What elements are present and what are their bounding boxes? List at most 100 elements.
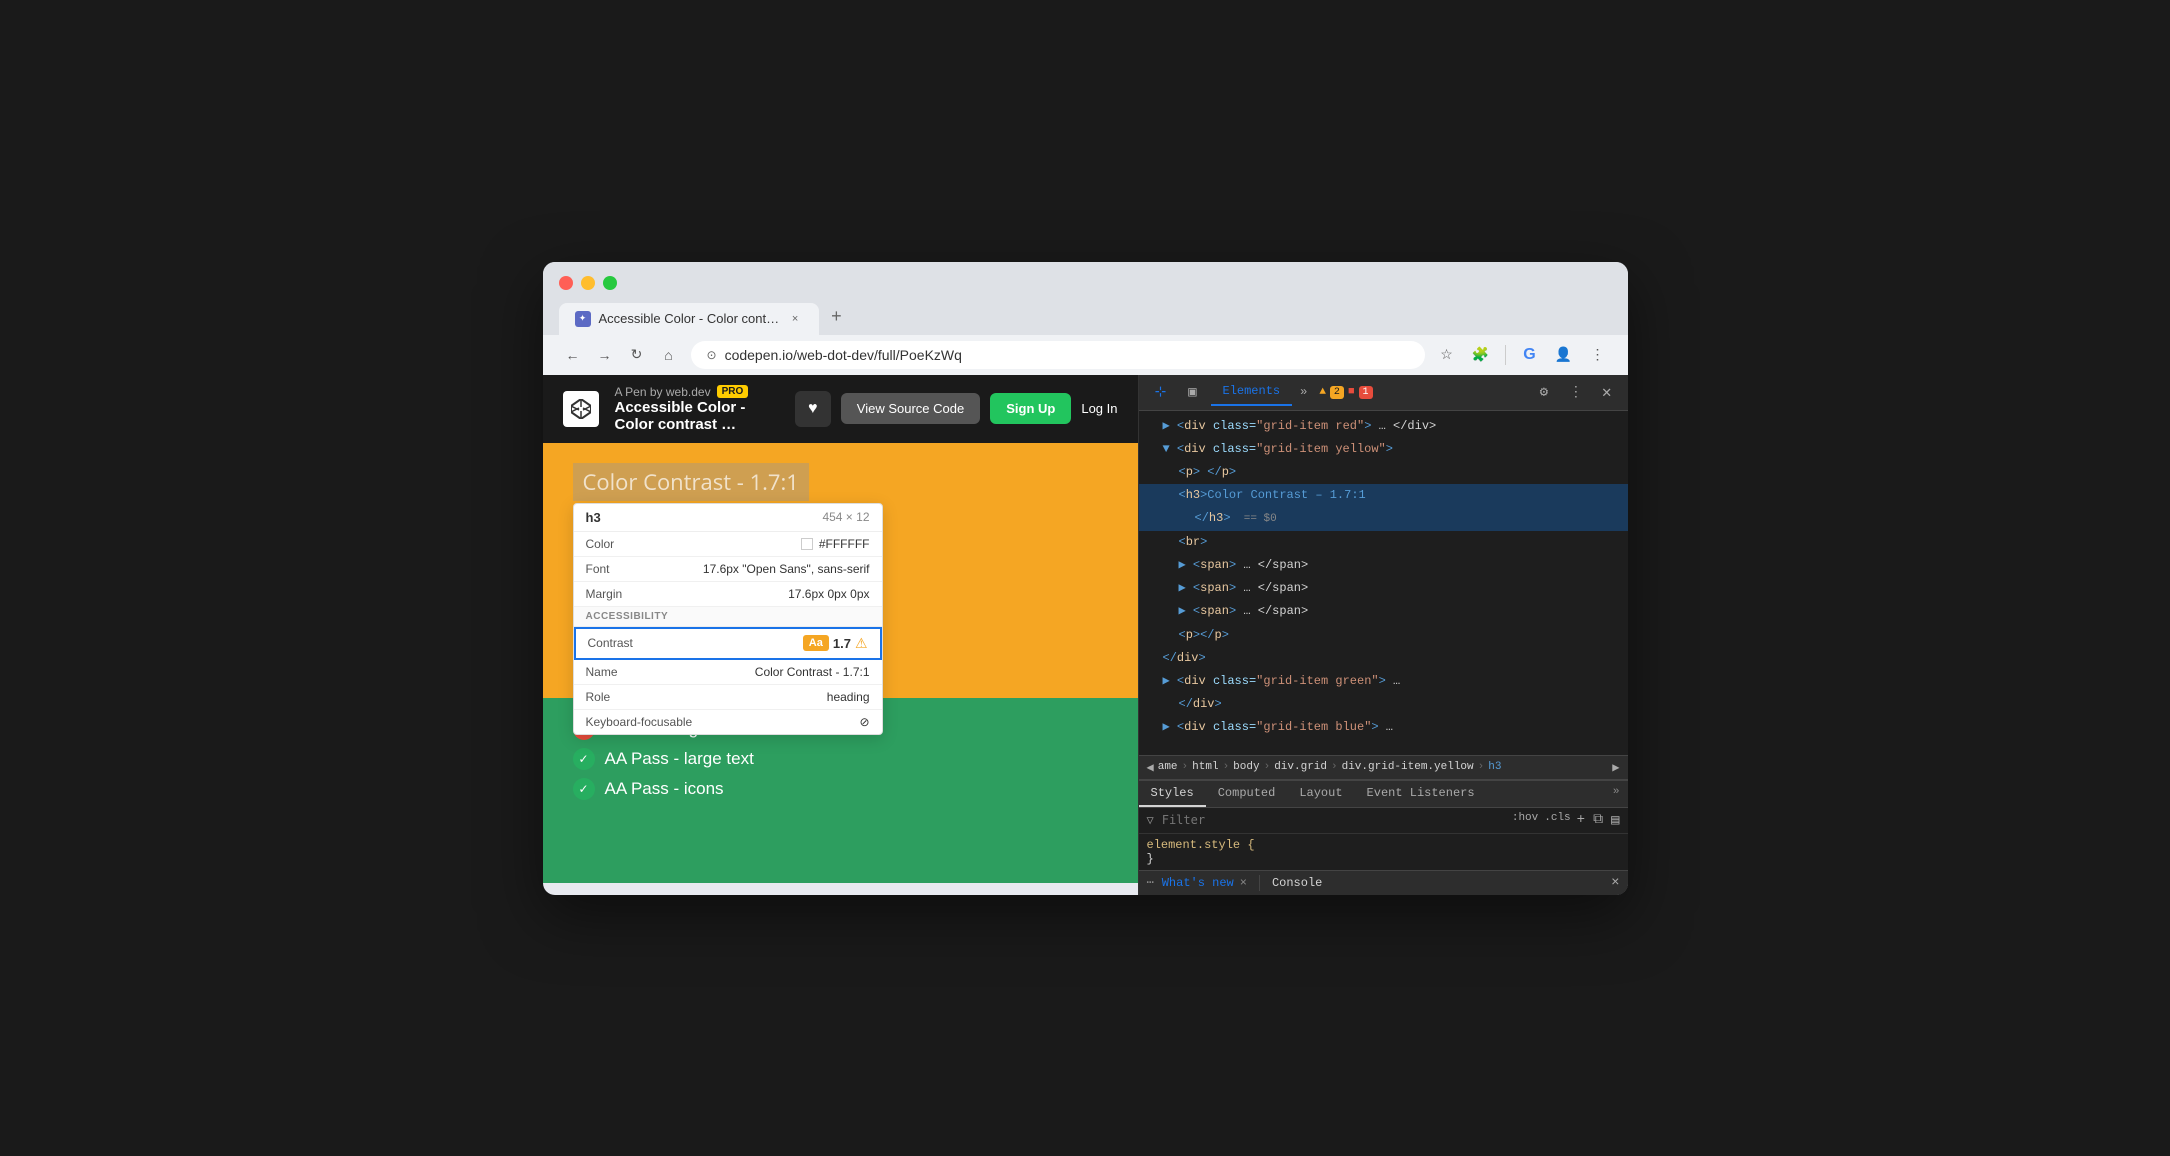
breadcrumb-h3[interactable]: h3 — [1488, 761, 1501, 773]
html-line[interactable]: ▶ <div class="grid-item blue"> … — [1139, 716, 1628, 739]
accessibility-header: ACCESSIBILITY — [574, 607, 882, 627]
console-button[interactable]: Console — [1272, 876, 1322, 890]
back-button[interactable]: ← — [559, 341, 587, 369]
divider — [1505, 345, 1506, 365]
chrome-top: ✦ Accessible Color - Color cont… × + — [543, 262, 1628, 335]
home-button[interactable]: ⌂ — [655, 341, 683, 369]
tabs-more-button[interactable]: » — [1292, 379, 1315, 405]
view-source-button[interactable]: View Source Code — [841, 393, 980, 424]
breadcrumb-divgriditem[interactable]: div.grid-item.yellow — [1342, 761, 1474, 773]
contrast-number: 1.7 — [833, 636, 851, 651]
sidebar-styles-button[interactable]: ▤ — [1611, 812, 1619, 829]
tab-favicon: ✦ — [575, 311, 591, 327]
device-toolbar-button[interactable]: ▣ — [1179, 378, 1207, 406]
console-label: Console — [1272, 876, 1322, 890]
keyboard-label: Keyboard-focusable — [586, 715, 693, 729]
html-line[interactable]: ▶ <div class="grid-item red"> … </div> — [1139, 415, 1628, 438]
margin-label: Margin — [586, 587, 623, 601]
html-line[interactable]: <p> </p> — [1139, 461, 1628, 484]
cp-actions: ♥ View Source Code Sign Up Log In — [795, 391, 1118, 427]
login-button[interactable]: Log In — [1081, 401, 1117, 416]
codepen-header: A Pen by web.dev PRO Accessible Color - … — [543, 375, 1138, 443]
hover-pseudo-button[interactable]: :hov — [1512, 812, 1538, 828]
tab-styles[interactable]: Styles — [1139, 781, 1206, 807]
warn-count: 2 — [1330, 386, 1344, 399]
url-bar[interactable]: ⊙ codepen.io/web-dot-dev/full/PoeKzWq — [691, 341, 1425, 369]
new-tab-button[interactable]: + — [819, 298, 854, 335]
extensions-button[interactable]: 🧩 — [1467, 341, 1495, 369]
tab-close-button[interactable]: × — [787, 311, 803, 327]
tab-computed[interactable]: Computed — [1206, 781, 1288, 807]
bookmark-button[interactable]: ☆ — [1433, 341, 1461, 369]
close-button[interactable] — [559, 276, 573, 290]
color-contrast-heading: Color Contrast - 1.7:1 — [583, 467, 799, 497]
html-line[interactable]: ▼ <div class="grid-item yellow"> — [1139, 438, 1628, 461]
active-tab[interactable]: ✦ Accessible Color - Color cont… × — [559, 303, 820, 335]
add-style-button[interactable]: + — [1577, 812, 1585, 828]
html-line-h3-close[interactable]: </h3> == $0 — [1139, 507, 1628, 531]
square-error-icon: ■ — [1348, 386, 1355, 398]
menu-button[interactable]: ⋮ — [1584, 341, 1612, 369]
devtools-toolbar: ⊹ ▣ Elements » ▲ 2 ■ 1 ⚙ ⋮ ✕ — [1139, 375, 1628, 411]
tab-event-listeners[interactable]: Event Listeners — [1355, 781, 1487, 807]
html-line[interactable]: </div> — [1139, 693, 1628, 716]
html-line[interactable]: ▶ <span> … </span> — [1139, 577, 1628, 600]
role-row: Role heading — [574, 685, 882, 710]
forward-button[interactable]: → — [591, 341, 619, 369]
tab-elements[interactable]: Elements — [1211, 378, 1293, 406]
browser-window: ✦ Accessible Color - Color cont… × + ← →… — [543, 262, 1628, 895]
breadcrumb-html[interactable]: html — [1192, 761, 1218, 773]
codepen-icon: ✦ — [579, 313, 587, 324]
aa-pass-large-icon: ✓ — [573, 748, 595, 770]
html-line[interactable]: </div> — [1139, 647, 1628, 670]
margin-value: 17.6px 0px 0px — [788, 587, 869, 601]
style-selector: element.style { — [1147, 838, 1255, 852]
nav-buttons: ← → ↻ ⌂ — [559, 341, 683, 369]
minimize-button[interactable] — [581, 276, 595, 290]
bottom-close-button[interactable]: × — [1611, 875, 1619, 891]
filter-input[interactable] — [1162, 813, 1504, 827]
heart-button[interactable]: ♥ — [795, 391, 831, 427]
styles-tabs-more[interactable]: » — [1605, 781, 1628, 807]
three-dot-menu[interactable]: ⋯ — [1147, 875, 1154, 890]
tab-title: Accessible Color - Color cont… — [599, 311, 780, 326]
breadcrumb-body[interactable]: body — [1233, 761, 1259, 773]
profile-button[interactable]: 👤 — [1550, 341, 1578, 369]
breadcrumb-ame[interactable]: ame — [1158, 761, 1178, 773]
toolbar-icons: ☆ 🧩 G 👤 ⋮ — [1433, 341, 1612, 369]
html-line[interactable]: ▶ <span> … </span> — [1139, 554, 1628, 577]
bottom-divider — [1259, 875, 1260, 891]
breadcrumb-divgrid[interactable]: div.grid — [1274, 761, 1327, 773]
elements-panel[interactable]: ▶ <div class="grid-item red"> … </div> ▼… — [1139, 411, 1628, 755]
devtools-close-button[interactable]: ✕ — [1594, 378, 1620, 406]
heading-highlight: Color Contrast - 1.7:1 — [573, 463, 809, 501]
google-icon[interactable]: G — [1516, 341, 1544, 369]
html-line[interactable]: ▶ <div class="grid-item green"> … — [1139, 670, 1628, 693]
contrast-warning-icon: ⚠ — [855, 635, 868, 652]
signup-button[interactable]: Sign Up — [990, 393, 1071, 424]
html-line[interactable]: <p></p> — [1139, 624, 1628, 647]
contrast-aa-badge: Aa — [803, 635, 829, 651]
html-line-selected[interactable]: <h3>Color Contrast – 1.7:1 — [1139, 484, 1628, 507]
maximize-button[interactable] — [603, 276, 617, 290]
more-options-button[interactable]: ⋮ — [1562, 378, 1590, 406]
settings-button[interactable]: ⚙ — [1530, 378, 1558, 406]
html-line[interactable]: ▶ <span> … </span> — [1139, 600, 1628, 623]
filter-icon: ▽ — [1147, 813, 1154, 828]
breadcrumb-back[interactable]: ◀ — [1147, 760, 1154, 775]
whats-new-close-icon[interactable]: × — [1240, 876, 1247, 890]
breadcrumb-forward[interactable]: ▶ — [1612, 760, 1619, 775]
cp-pen-title: Accessible Color - Color contrast … — [615, 399, 779, 433]
whats-new-button[interactable]: What's new × — [1162, 876, 1247, 890]
aa-pass-icons-item: ✓ AA Pass - icons — [573, 778, 1108, 800]
name-row: Name Color Contrast - 1.7:1 — [574, 660, 882, 685]
element-picker-button[interactable]: ⊹ — [1147, 378, 1175, 406]
tab-layout[interactable]: Layout — [1287, 781, 1354, 807]
copy-styles-button[interactable]: ⧉ — [1593, 812, 1603, 828]
cls-pseudo-button[interactable]: .cls — [1544, 812, 1570, 828]
cp-pro-badge: PRO — [717, 385, 749, 398]
reload-button[interactable]: ↻ — [623, 341, 651, 369]
tab-bar: ✦ Accessible Color - Color cont… × + — [559, 298, 1612, 335]
html-line[interactable]: <br> — [1139, 531, 1628, 554]
color-swatch — [801, 538, 813, 550]
